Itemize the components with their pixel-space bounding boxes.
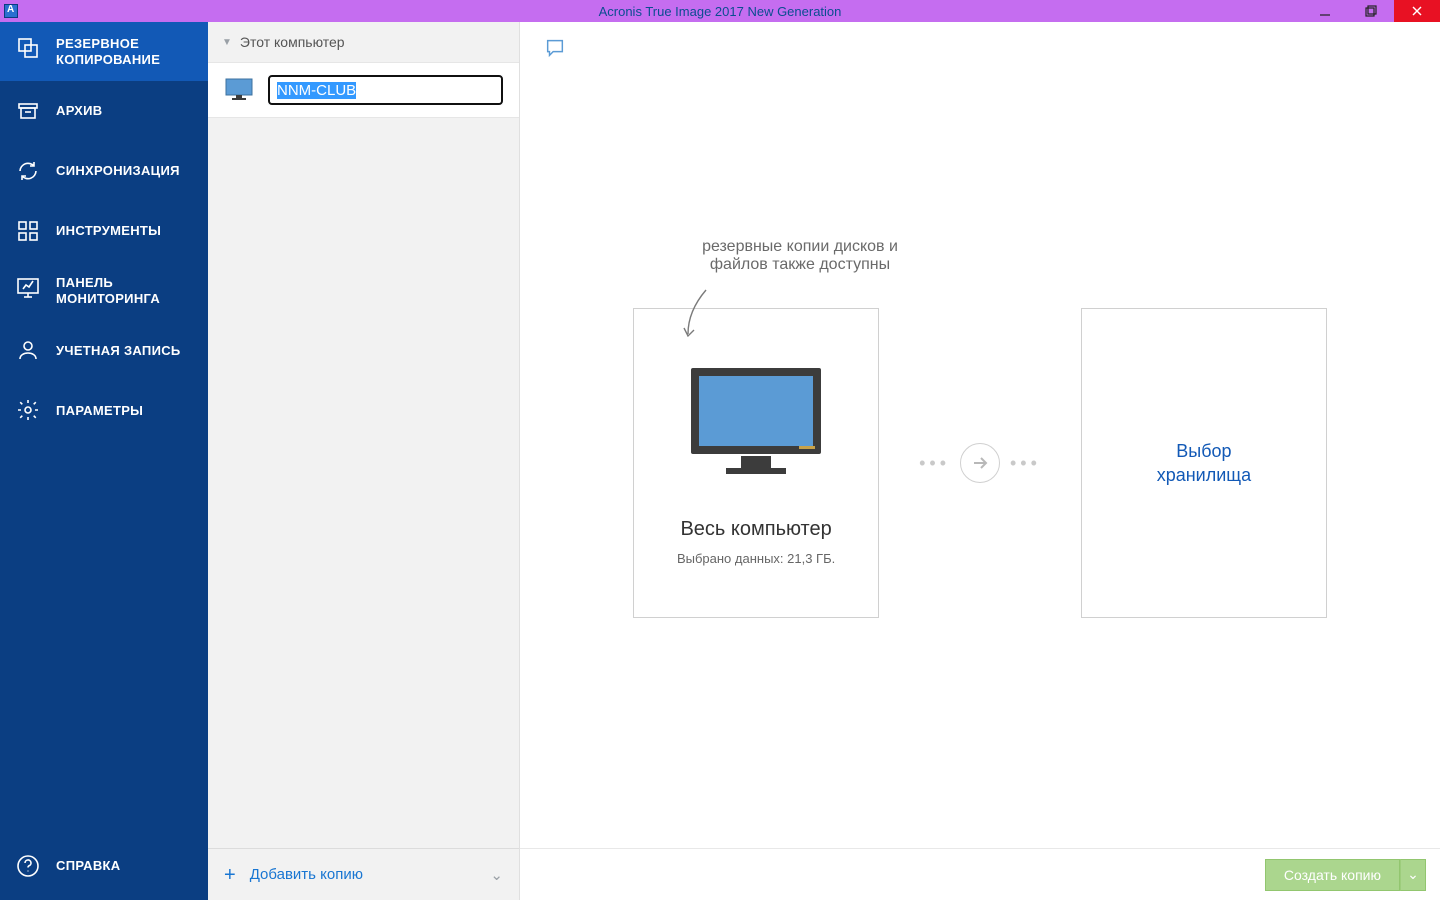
nav-label: УЧЕТНАЯ ЗАПИСЬ: [56, 343, 181, 359]
arrow-right-icon: [960, 443, 1000, 483]
backup-icon: [16, 36, 40, 60]
dots-icon: •••: [1010, 453, 1041, 474]
sync-icon: [16, 159, 40, 183]
destination-label: Выбор хранилища: [1157, 439, 1251, 488]
hint-arrow-icon: [678, 286, 718, 346]
computer-icon: [224, 77, 254, 103]
user-icon: [16, 338, 40, 362]
tools-icon: [16, 219, 40, 243]
window-minimize-button[interactable]: [1302, 0, 1348, 22]
nav-label: АРХИВ: [56, 103, 102, 119]
backup-destination-card[interactable]: Выбор хранилища: [1081, 308, 1327, 618]
create-backup-dropdown[interactable]: ⌄: [1400, 859, 1426, 891]
nav-help[interactable]: СПРАВКА: [0, 836, 208, 900]
nav-archive[interactable]: АРХИВ: [0, 81, 208, 141]
backup-name-input[interactable]: [268, 75, 503, 105]
dots-icon: •••: [919, 453, 950, 474]
nav-label: ИНСТРУМЕНТЫ: [56, 223, 161, 239]
chevron-down-icon[interactable]: ⌄: [490, 866, 503, 884]
nav-label: РЕЗЕРВНОЕ КОПИРОВАНИЕ: [56, 36, 192, 67]
nav-sync[interactable]: СИНХРОНИЗАЦИЯ: [0, 141, 208, 201]
nav-label: ПАРАМЕТРЫ: [56, 403, 143, 419]
monitor-icon: [681, 360, 831, 490]
nav-label: ПАНЕЛЬ МОНИТОРИНГА: [56, 275, 192, 306]
window-maximize-button[interactable]: [1348, 0, 1394, 22]
add-backup-label: Добавить копию: [250, 866, 363, 883]
window-titlebar: Acronis True Image 2017 New Generation: [0, 0, 1440, 22]
chevron-down-icon: ▼: [222, 37, 232, 48]
source-subtitle: Выбрано данных: 21,3 ГБ.: [677, 551, 835, 566]
main-footer: Создать копию ⌄: [520, 848, 1440, 900]
gear-icon: [16, 398, 40, 422]
nav-label: СПРАВКА: [56, 858, 120, 874]
nav-label: СИНХРОНИЗАЦИЯ: [56, 163, 180, 179]
create-backup-button[interactable]: Создать копию: [1265, 859, 1400, 891]
nav-account[interactable]: УЧЕТНАЯ ЗАПИСЬ: [0, 320, 208, 380]
app-icon: [0, 0, 22, 22]
backup-list-header-label: Этот компьютер: [240, 34, 345, 50]
nav-dashboard[interactable]: ПАНЕЛЬ МОНИТОРИНГА: [0, 261, 208, 320]
plus-icon: +: [224, 865, 236, 885]
source-title: Весь компьютер: [680, 518, 831, 541]
sidebar-nav: РЕЗЕРВНОЕ КОПИРОВАНИЕ АРХИВ СИНХРОНИЗАЦИ…: [0, 22, 208, 900]
hint-text: резервные копии дисков и файлов также до…: [685, 238, 915, 275]
main-content: резервные копии дисков и файлов также до…: [520, 22, 1440, 900]
help-icon: [16, 854, 40, 878]
nav-backup[interactable]: РЕЗЕРВНОЕ КОПИРОВАНИЕ: [0, 22, 208, 81]
nav-settings[interactable]: ПАРАМЕТРЫ: [0, 380, 208, 440]
backup-list-header[interactable]: ▼ Этот компьютер: [208, 22, 519, 62]
window-close-button[interactable]: [1394, 0, 1440, 22]
chevron-down-icon: ⌄: [1407, 866, 1419, 883]
nav-tools[interactable]: ИНСТРУМЕНТЫ: [0, 201, 208, 261]
comment-icon[interactable]: [544, 37, 566, 64]
backup-list-panel: ▼ Этот компьютер + Добавить копию ⌄: [208, 22, 520, 900]
backup-list-item[interactable]: [208, 62, 519, 118]
backup-source-card[interactable]: Весь компьютер Выбрано данных: 21,3 ГБ.: [633, 308, 879, 618]
dashboard-icon: [16, 275, 40, 299]
flow-arrow: ••• •••: [919, 443, 1041, 483]
window-title: Acronis True Image 2017 New Generation: [0, 4, 1440, 19]
add-backup-button[interactable]: + Добавить копию ⌄: [208, 848, 519, 900]
archive-icon: [16, 99, 40, 123]
